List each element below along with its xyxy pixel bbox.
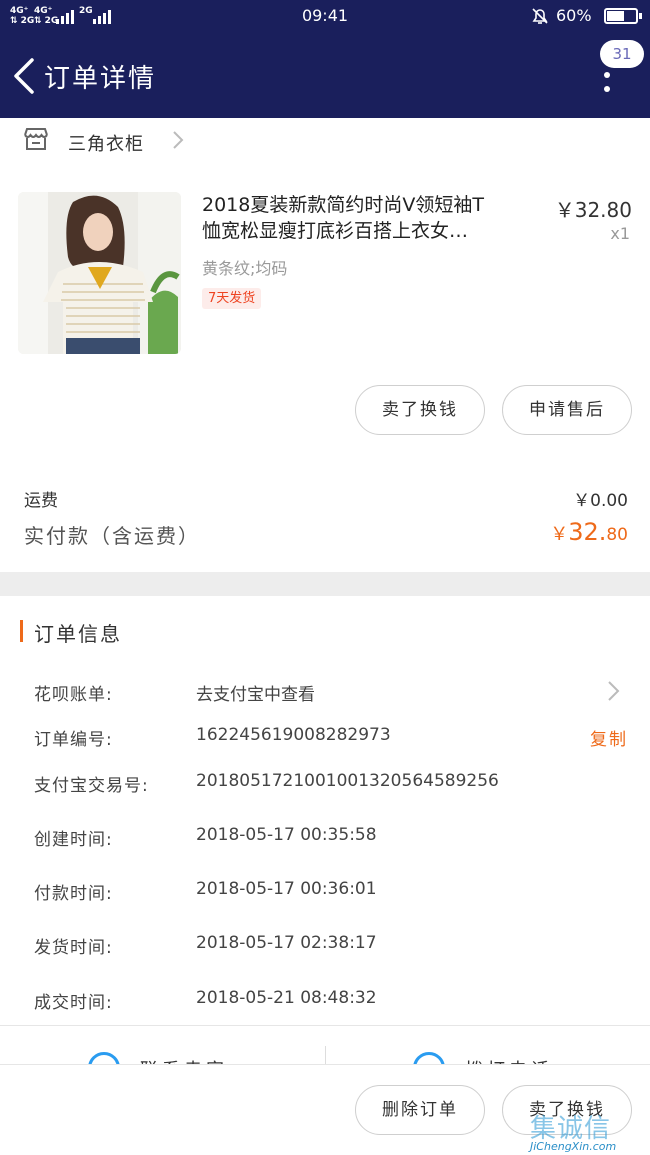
store-icon <box>22 126 50 156</box>
order-info-title: 订单信息 <box>34 622 122 646</box>
paid-value: ￥32.80 <box>550 518 628 546</box>
delete-order-button[interactable]: 删除订单 <box>355 1085 485 1135</box>
huabei-value[interactable]: 去支付宝中查看 <box>196 680 315 705</box>
divider <box>325 1046 326 1064</box>
chat-icon[interactable] <box>88 1052 120 1064</box>
shipping-value: ￥0.00 <box>573 491 628 511</box>
battery-icon <box>604 8 642 24</box>
product-title-line-2: 恤宽松显瘦打底衫百搭上衣女… <box>202 220 469 242</box>
product-title-line-1: 2018夏装新款简约时尚V领短袖T <box>202 194 484 216</box>
deal-time-label: 成交时间: <box>34 993 113 1013</box>
product-image[interactable] <box>18 192 181 354</box>
paid-time-label: 付款时间: <box>34 884 113 904</box>
paid-time-value: 2018-05-17 00:36:01 <box>196 879 377 899</box>
created-time-label: 创建时间: <box>34 830 113 850</box>
shop-row[interactable]: 三角衣柜 <box>0 118 650 162</box>
call-button[interactable]: 拨打电话 <box>465 1056 553 1064</box>
shop-name: 三角衣柜 <box>68 134 144 155</box>
shipped-time-label: 发货时间: <box>34 938 113 958</box>
alipay-trade-value: 2018051721001001320564589256 <box>196 771 499 791</box>
contact-seller-button[interactable]: 联系卖家 <box>140 1056 228 1064</box>
chevron-right-icon <box>172 130 184 154</box>
status-bar: 4G⁺ ⇅ 2G 4G⁺ ⇅ 2G 2G 09:41 60% <box>0 0 650 32</box>
product-sku: 黄条纹;均码 <box>202 259 288 278</box>
huabei-label: 花呗账单: <box>34 685 113 705</box>
product-price: ￥32.80 <box>554 198 632 222</box>
created-time-value: 2018-05-17 00:35:58 <box>196 825 377 845</box>
deal-time-value: 2018-05-21 08:48:32 <box>196 988 377 1008</box>
message-count-badge[interactable]: 31 <box>600 40 644 68</box>
back-icon[interactable] <box>10 56 38 96</box>
shipped-time-value: 2018-05-17 02:38:17 <box>196 933 377 953</box>
paid-decimal: 80 <box>606 525 628 545</box>
order-number-value: 162245619008282973 <box>196 725 391 745</box>
product-title[interactable]: 2018夏装新款简约时尚V领短袖T 恤宽松显瘦打底衫百搭上衣女… <box>202 192 544 244</box>
delivery-tag: 7天发货 <box>202 288 262 309</box>
status-time: 09:41 <box>301 6 349 25</box>
watermark-logo: 集诚信 JiChengXin.com <box>530 1108 648 1154</box>
copy-button[interactable]: 复制 <box>590 725 628 750</box>
app-header: 4G⁺ ⇅ 2G 4G⁺ ⇅ 2G 2G 09:41 60% 订单详情 31 <box>0 0 650 118</box>
product-quantity: x1 <box>610 224 630 243</box>
watermark-url: JiChengXin.com <box>530 1140 617 1153</box>
more-menu-icon[interactable] <box>602 72 612 94</box>
chevron-right-icon[interactable] <box>607 680 621 706</box>
paid-integer: 32. <box>568 518 607 546</box>
battery-percent: 60% <box>556 6 592 25</box>
page-title: 订单详情 <box>44 64 157 94</box>
sell-button[interactable]: 卖了换钱 <box>355 385 485 435</box>
shipping-label: 运费 <box>24 491 58 511</box>
order-number-label: 订单编号: <box>34 730 113 750</box>
section-accent-bar <box>20 620 23 642</box>
paid-currency: ￥ <box>550 524 569 545</box>
contact-row: 联系卖家 拨打电话 <box>0 1026 650 1064</box>
mute-bell-icon <box>530 6 550 31</box>
alipay-trade-label: 支付宝交易号: <box>34 776 149 796</box>
paid-label: 实付款（含运费） <box>24 524 200 548</box>
phone-icon[interactable] <box>413 1052 445 1064</box>
section-divider <box>0 572 650 596</box>
after-sale-button[interactable]: 申请售后 <box>502 385 632 435</box>
